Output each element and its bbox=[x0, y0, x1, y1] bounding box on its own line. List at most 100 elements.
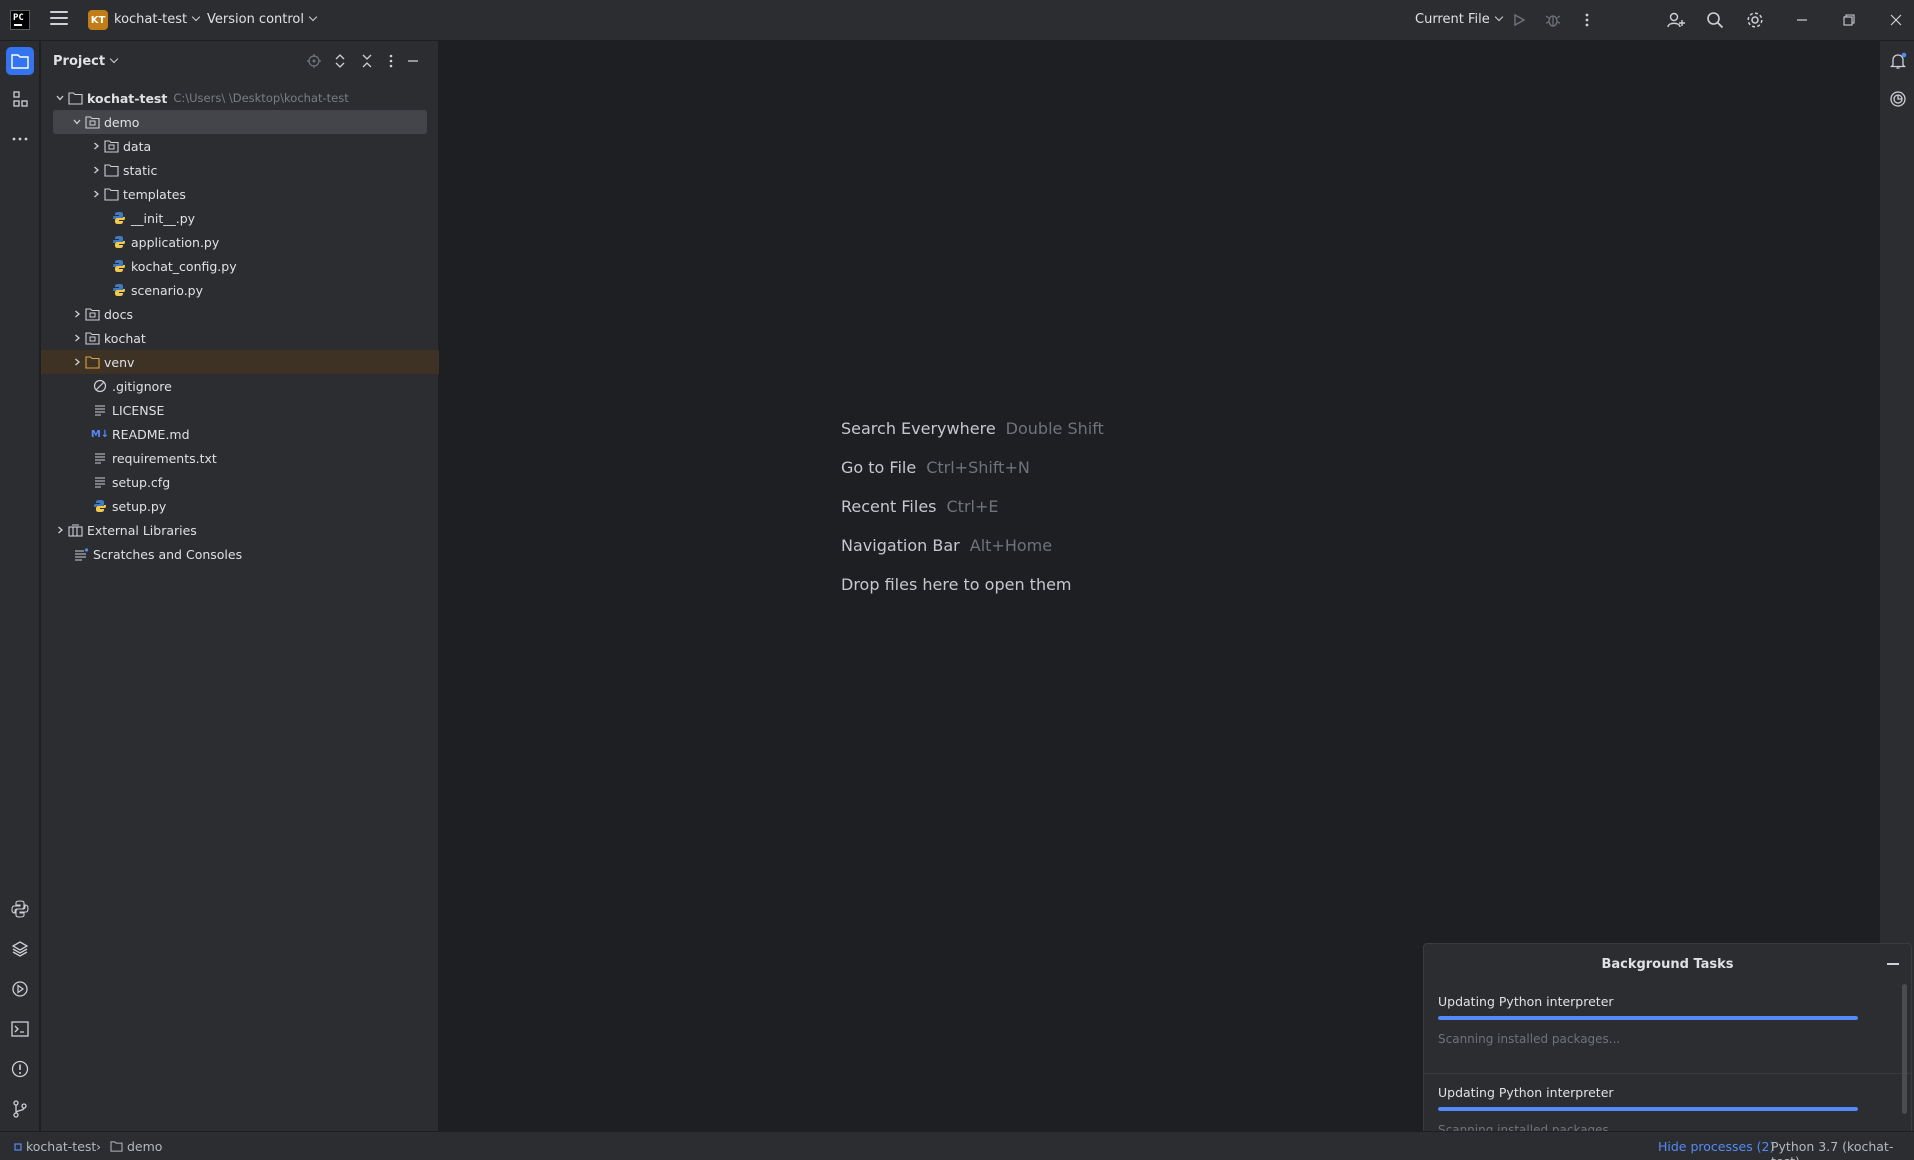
task-progress-bar bbox=[1438, 1107, 1858, 1111]
tree-row-docs[interactable]: docs bbox=[41, 302, 439, 326]
problems-icon[interactable] bbox=[6, 1055, 34, 1083]
restore-window-icon[interactable] bbox=[1838, 9, 1860, 31]
python-console-icon[interactable] bbox=[6, 895, 34, 923]
python-packages-icon[interactable] bbox=[6, 935, 34, 963]
python-file-icon bbox=[111, 282, 127, 298]
tree-row-gitignore[interactable]: .gitignore bbox=[41, 374, 439, 398]
more-actions-icon[interactable] bbox=[1576, 9, 1598, 31]
git-icon[interactable] bbox=[6, 1095, 34, 1123]
markdown-file-icon: M↓ bbox=[90, 428, 110, 440]
source-folder-icon bbox=[84, 330, 100, 346]
tree-label: External Libraries bbox=[87, 522, 197, 538]
more-tools-icon[interactable] bbox=[6, 125, 34, 153]
breadcrumb-child[interactable]: demo bbox=[110, 1139, 162, 1154]
version-control-menu[interactable]: Version control bbox=[207, 12, 318, 27]
tree-row-data[interactable]: data bbox=[41, 134, 439, 158]
chevron-down-icon[interactable] bbox=[70, 115, 84, 129]
tree-row-templates[interactable]: templates bbox=[41, 182, 439, 206]
project-tool-icon[interactable] bbox=[6, 47, 34, 75]
services-icon[interactable] bbox=[6, 975, 34, 1003]
collapse-all-icon[interactable] bbox=[357, 51, 377, 71]
folder-icon bbox=[103, 186, 119, 202]
tree-label: Scratches and Consoles bbox=[93, 546, 243, 562]
chevron-right-icon[interactable] bbox=[70, 331, 84, 345]
add-user-icon[interactable] bbox=[1665, 9, 1687, 31]
hint-action: Go to File bbox=[841, 458, 917, 477]
interpreter-selector[interactable]: Python 3.7 (kochat-test) bbox=[1771, 1139, 1914, 1160]
tree-row-kochat[interactable]: kochat bbox=[41, 326, 439, 350]
pycharm-logo-icon[interactable]: PC bbox=[10, 10, 30, 30]
project-switcher[interactable]: kochat-test bbox=[114, 12, 201, 27]
hint-shortcut: Double Shift bbox=[1005, 419, 1104, 438]
source-folder-icon bbox=[84, 306, 100, 322]
breadcrumb-root[interactable]: kochat-test bbox=[14, 1139, 96, 1154]
tree-row-init-py[interactable]: __init__.py bbox=[41, 206, 439, 230]
ai-assistant-icon[interactable] bbox=[1884, 85, 1912, 113]
chevron-right-icon[interactable] bbox=[70, 355, 84, 369]
run-icon[interactable] bbox=[1508, 9, 1530, 31]
hint-navigation-bar: Navigation Bar Alt+Home bbox=[841, 536, 1052, 555]
locate-file-icon[interactable] bbox=[304, 51, 324, 71]
tree-row-scenario-py[interactable]: scenario.py bbox=[41, 278, 439, 302]
hint-recent-files: Recent Files Ctrl+E bbox=[841, 497, 998, 516]
ignore-file-icon bbox=[92, 378, 108, 394]
excluded-folder-icon bbox=[84, 354, 100, 370]
tree-row-scratches[interactable]: Scratches and Consoles bbox=[41, 542, 439, 566]
main-menu-icon[interactable] bbox=[50, 11, 68, 29]
tree-row-kochat-config-py[interactable]: kochat_config.py bbox=[41, 254, 439, 278]
tree-row-license[interactable]: LICENSE bbox=[41, 398, 439, 422]
run-config-selector[interactable]: Current File bbox=[1415, 12, 1503, 27]
tree-label: setup.cfg bbox=[112, 474, 171, 490]
hint-drop-files: Drop files here to open them bbox=[841, 575, 1072, 594]
tree-row-setup-py[interactable]: setup.py bbox=[41, 494, 439, 518]
tree-row-application-py[interactable]: application.py bbox=[41, 230, 439, 254]
chevron-right-icon[interactable] bbox=[89, 187, 103, 201]
task-progress-bar bbox=[1438, 1016, 1858, 1020]
tree-row-demo[interactable]: demo bbox=[53, 110, 427, 134]
tree-label: scenario.py bbox=[131, 282, 204, 298]
settings-gear-icon[interactable] bbox=[1744, 9, 1766, 31]
project-view-selector[interactable]: Project bbox=[53, 54, 119, 69]
folder-icon bbox=[103, 162, 119, 178]
search-icon[interactable] bbox=[1704, 9, 1726, 31]
chevron-right-icon[interactable] bbox=[89, 163, 103, 177]
tree-path: C:\Users\ \Desktop\kochat-test bbox=[173, 91, 349, 105]
expand-all-icon[interactable] bbox=[330, 51, 350, 71]
hide-panel-icon[interactable] bbox=[403, 51, 423, 71]
tree-row-venv[interactable]: venv bbox=[41, 350, 439, 374]
tree-row-setup-cfg[interactable]: setup.cfg bbox=[41, 470, 439, 494]
popup-scrollbar[interactable] bbox=[1902, 984, 1907, 1114]
minimize-window-icon[interactable] bbox=[1791, 9, 1813, 31]
text-file-icon bbox=[92, 402, 108, 418]
project-badge[interactable]: KT bbox=[88, 10, 108, 30]
tree-row-kochat-test[interactable]: kochat-test C:\Users\ \Desktop\kochat-te… bbox=[41, 86, 439, 110]
left-tool-strip bbox=[0, 41, 40, 1131]
close-window-icon[interactable] bbox=[1885, 9, 1907, 31]
task-title: Updating Python interpreter bbox=[1438, 994, 1614, 1009]
chevron-right-icon[interactable] bbox=[53, 523, 67, 537]
tree-row-external-libraries[interactable]: External Libraries bbox=[41, 518, 439, 542]
library-icon bbox=[67, 522, 83, 538]
project-panel: Project kochat-test C:\Users\ \Desktop\k… bbox=[41, 41, 439, 1131]
title-bar: PC KT kochat-test Version control Curren… bbox=[0, 0, 1914, 41]
python-file-icon bbox=[111, 210, 127, 226]
tree-label: kochat_config.py bbox=[131, 258, 237, 274]
hide-processes-link[interactable]: Hide processes (2) bbox=[1658, 1139, 1774, 1154]
tree-row-readme[interactable]: M↓ README.md bbox=[41, 422, 439, 446]
chevron-down-icon bbox=[109, 54, 119, 64]
tree-row-requirements[interactable]: requirements.txt bbox=[41, 446, 439, 470]
options-icon[interactable] bbox=[381, 51, 401, 71]
notifications-bell-icon[interactable] bbox=[1884, 47, 1912, 75]
chevron-right-icon[interactable] bbox=[89, 139, 103, 153]
minimize-popup-icon[interactable] bbox=[1887, 963, 1899, 965]
terminal-icon[interactable] bbox=[6, 1015, 34, 1043]
tree-label: docs bbox=[104, 306, 133, 322]
chevron-down-icon[interactable] bbox=[53, 91, 67, 105]
chevron-right-icon[interactable] bbox=[70, 307, 84, 321]
project-name: kochat-test bbox=[114, 12, 188, 27]
structure-tool-icon[interactable] bbox=[6, 85, 34, 113]
text-file-icon bbox=[92, 474, 108, 490]
tree-row-static[interactable]: static bbox=[41, 158, 439, 182]
module-icon bbox=[14, 1143, 22, 1151]
debug-icon[interactable] bbox=[1542, 9, 1564, 31]
